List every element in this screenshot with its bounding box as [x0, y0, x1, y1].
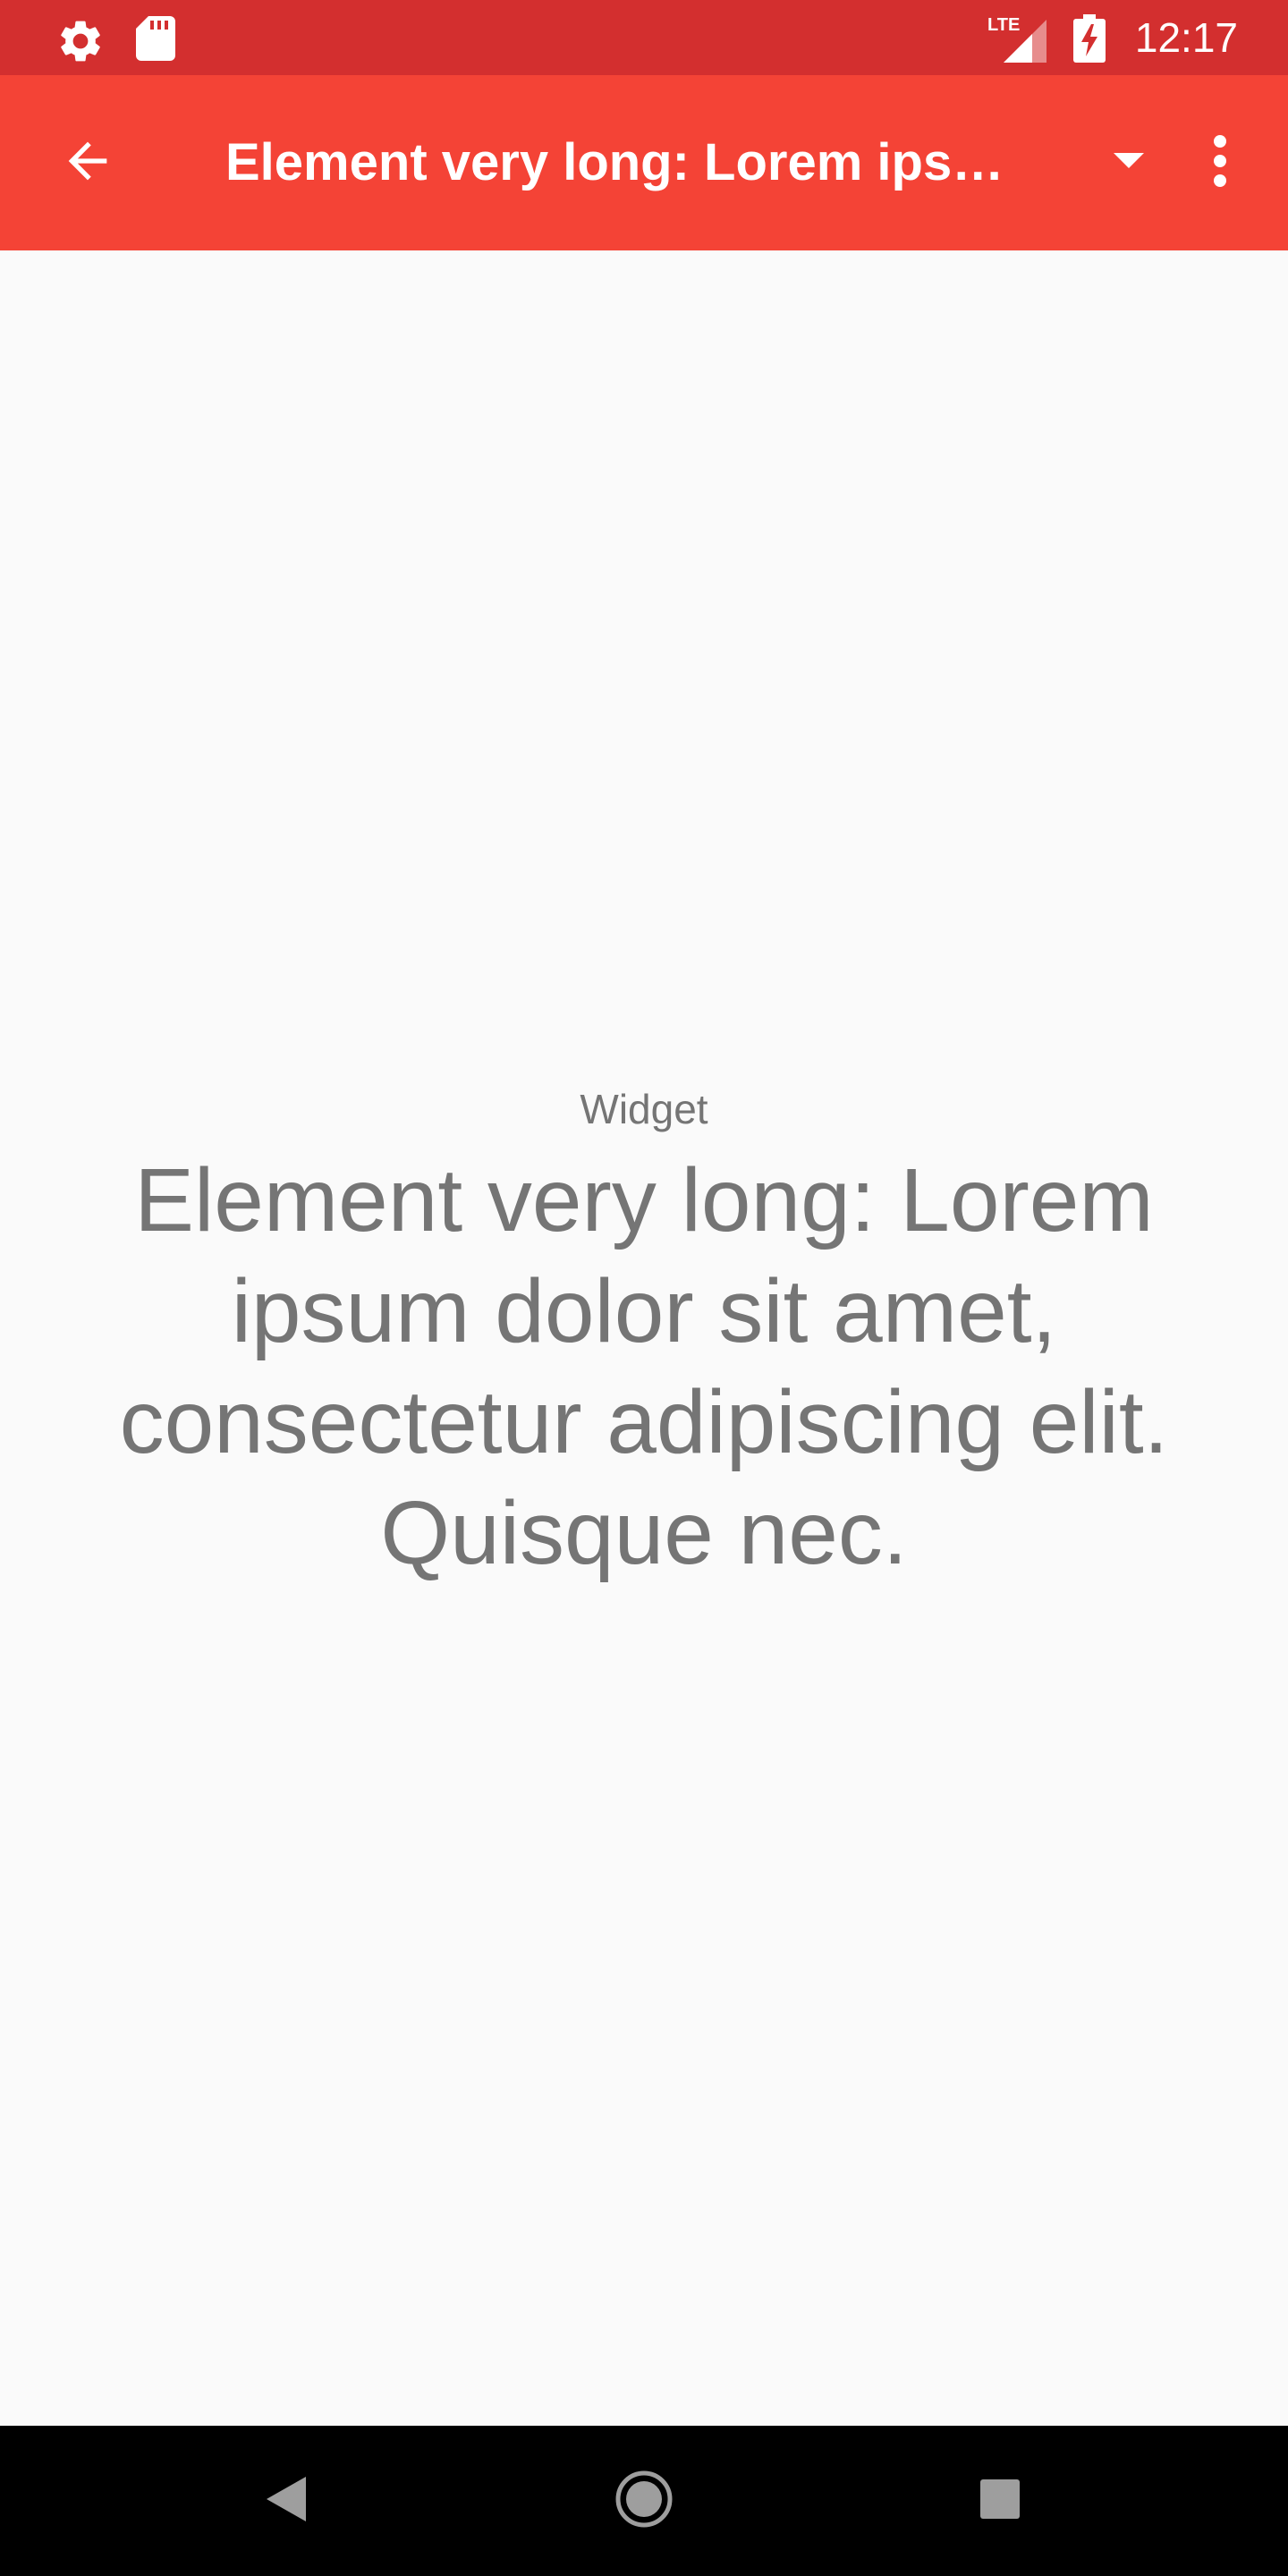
nav-back-icon	[267, 2476, 306, 2526]
app-bar: Element very long: Lorem ipsum dolor sit…	[0, 75, 1288, 250]
nav-home-button[interactable]	[599, 2456, 689, 2546]
back-button[interactable]	[36, 111, 140, 215]
nav-back-button[interactable]	[242, 2456, 331, 2546]
status-bar: LTE 12:17	[0, 0, 1288, 75]
widget-label: Widget	[580, 1086, 708, 1132]
overflow-menu-button[interactable]	[1184, 111, 1256, 215]
app-bar-title: Element very long: Lorem ipsum dolor sit…	[225, 133, 1013, 191]
widget-value: Element very long: Lorem ipsum dolor sit…	[119, 1150, 1169, 1583]
arrow-back-icon	[59, 132, 116, 194]
navigation-bar	[0, 2426, 1288, 2576]
status-time: 12:17	[1134, 14, 1238, 61]
lte-signal-icon: LTE	[987, 13, 1046, 63]
settings-icon	[55, 16, 106, 66]
network-type-label: LTE	[987, 15, 1020, 35]
nav-recents-button[interactable]	[955, 2456, 1045, 2546]
widget-content: Widget Element very long: Lorem ipsum do…	[0, 250, 1288, 2426]
sd-card-icon	[136, 16, 175, 61]
title-dropdown-button[interactable]	[1093, 123, 1165, 202]
battery-charging-icon	[1073, 14, 1106, 63]
dropdown-arrow-icon	[1114, 152, 1144, 174]
nav-recents-icon	[980, 2479, 1020, 2523]
more-vert-icon	[1211, 134, 1229, 192]
nav-home-icon	[614, 2470, 674, 2533]
